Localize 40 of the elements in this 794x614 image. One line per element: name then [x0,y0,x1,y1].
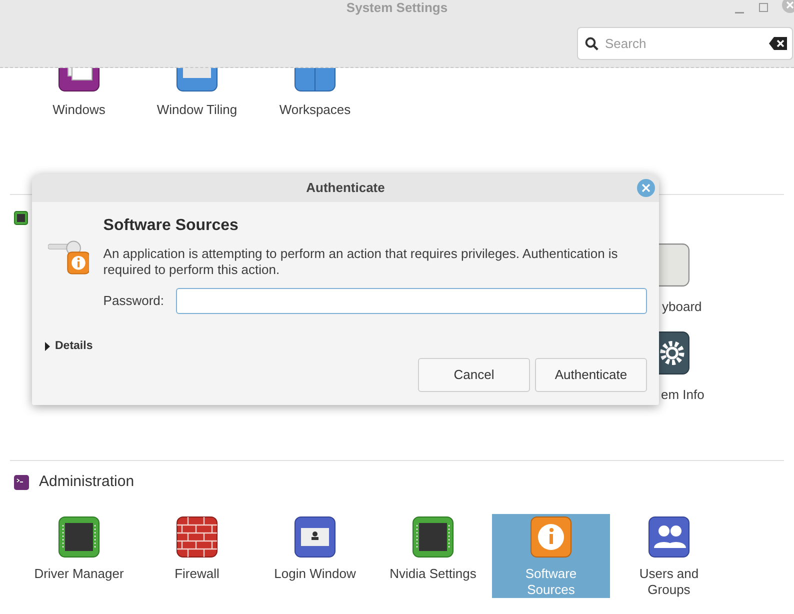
item-label[interactable]: em Info [661,384,704,404]
item-label: Login Window [274,566,356,582]
item-label[interactable]: yboard [662,297,702,316]
chip-icon [58,516,100,558]
settings-item[interactable]: Login Window [256,514,374,598]
settings-item[interactable]: Driver Manager [20,514,138,598]
dialog-heading: Software Sources [103,216,240,236]
search-field[interactable]: Search [577,27,793,60]
expander-arrow-icon [44,342,51,352]
users-icon [648,516,690,558]
details-expander[interactable]: Details [44,338,93,356]
dialog-button[interactable]: Authenticate [535,358,647,392]
window-title: System Settings [346,0,448,16]
chip-icon [412,516,454,558]
clear-icon[interactable] [769,37,787,50]
item-label[interactable]: Windows [52,102,106,118]
settings-item[interactable]: Nvidia Settings [374,514,492,598]
search-icon [585,37,599,51]
item-label[interactable]: Window Tiling [156,102,238,118]
section-title: Administration [39,472,134,492]
password-label: Password: [103,292,164,310]
item-label: Firewall [174,566,220,582]
item-label: Software Sources [524,566,578,598]
item-label: Nvidia Settings [390,566,476,582]
chip-icon [14,210,28,225]
dialog-message: An application is attempting to perform an action that requires privileges. Authentication is required to perform this action. [103,246,619,278]
dialog-button[interactable]: Cancel [418,358,530,392]
settings-item[interactable]: Firewall [138,514,256,598]
maximize-icon[interactable] [759,2,768,12]
terminal-icon [14,474,29,490]
brick-wall-icon [176,516,218,558]
item-label: Driver Manager [34,566,124,582]
password-field[interactable] [176,288,647,314]
dialog-title: Authenticate [306,179,385,198]
settings-item[interactable]: Users and Groups [610,514,728,598]
close-icon [641,183,651,193]
login-icon [294,516,336,558]
item-label: Users and Groups [638,566,700,598]
info-icon [530,516,572,558]
item-label[interactable]: Workspaces [279,102,351,118]
